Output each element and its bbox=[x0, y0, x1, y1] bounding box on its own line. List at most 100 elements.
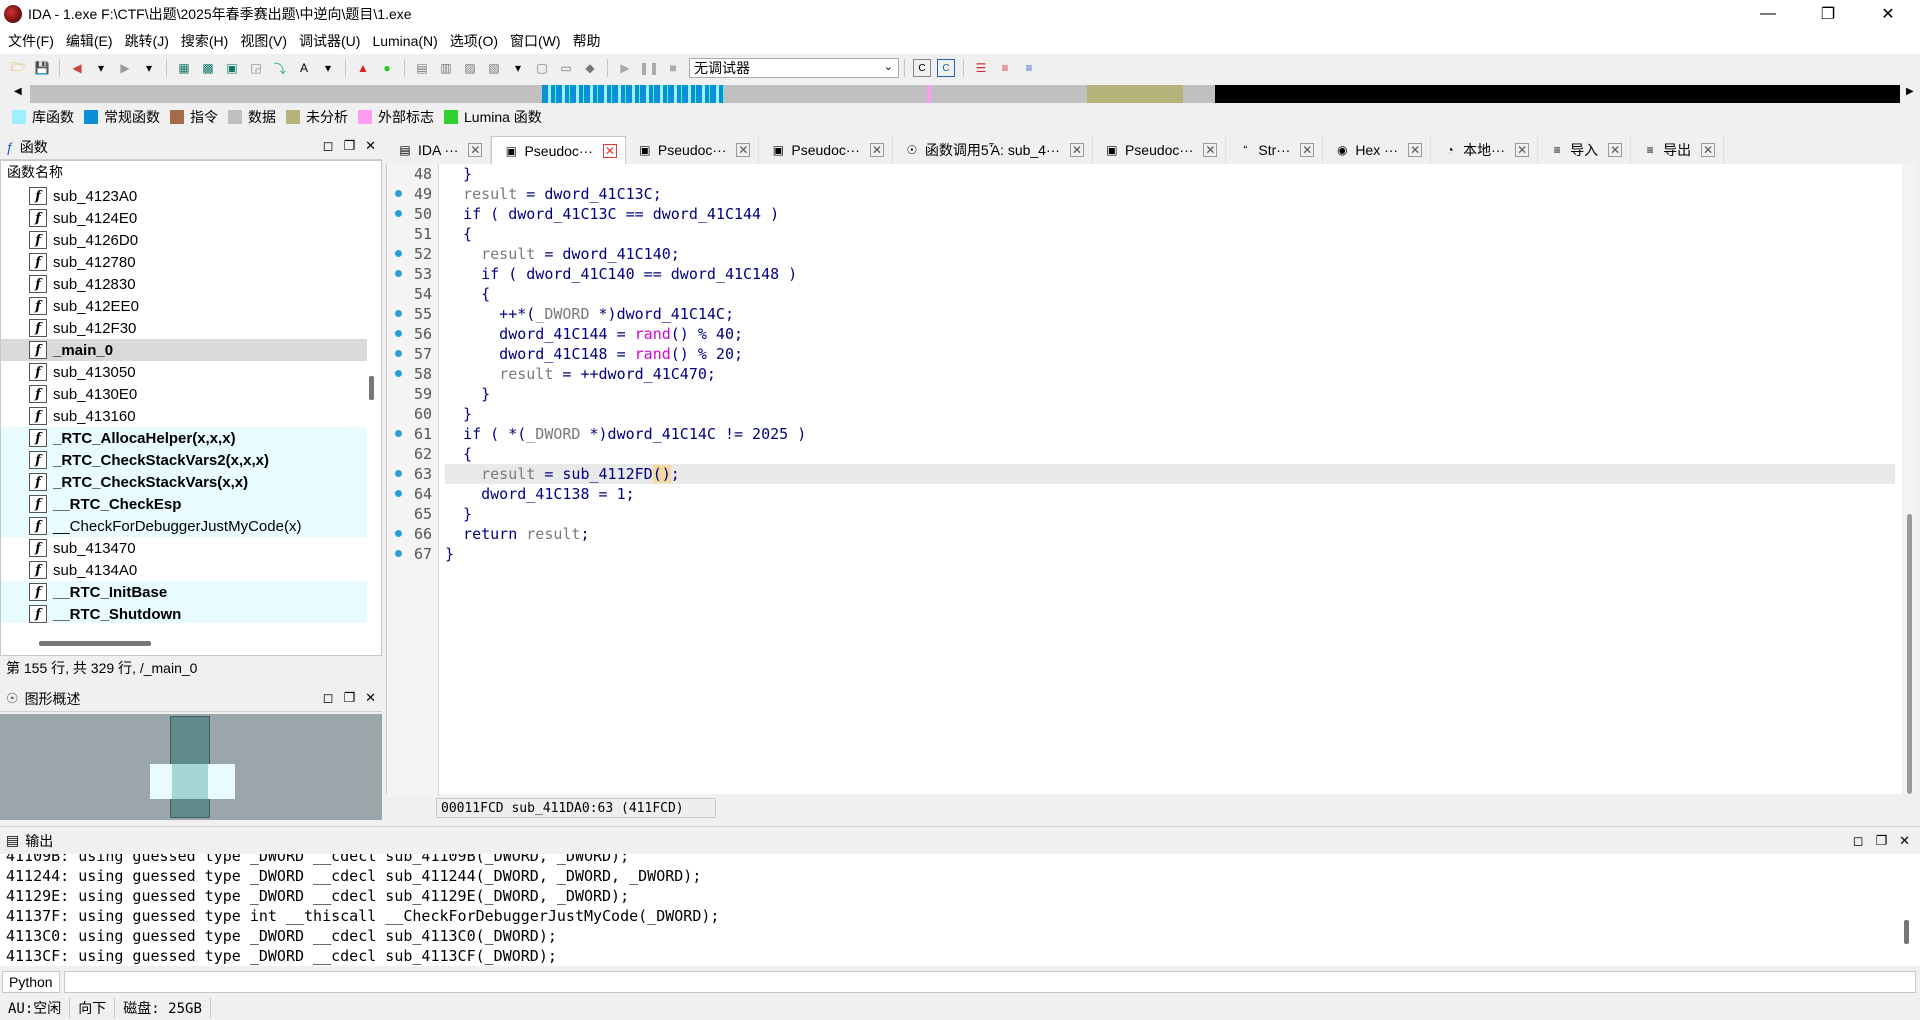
code-line[interactable]: } bbox=[445, 544, 1895, 564]
scroll-thumb[interactable] bbox=[1907, 514, 1912, 794]
close-icon[interactable]: ✕ bbox=[1203, 143, 1218, 157]
code-line[interactable]: } bbox=[445, 504, 1895, 524]
tab-local-types[interactable]: ◔ 本地··· ✕ bbox=[1431, 136, 1539, 164]
breakpoint-dot-icon[interactable] bbox=[395, 270, 402, 277]
proximity-icon[interactable]: ▩ bbox=[199, 59, 217, 77]
code-line[interactable]: if ( *(_DWORD *)dword_41C14C != 2025 ) bbox=[445, 424, 1895, 444]
close-icon[interactable]: ✕ bbox=[1860, 0, 1916, 28]
navigation-track[interactable] bbox=[30, 85, 1900, 103]
python-input[interactable] bbox=[63, 971, 1916, 993]
list-icon[interactable]: ☰ bbox=[972, 59, 990, 77]
code-line[interactable]: result = dword_41C140; bbox=[445, 244, 1895, 264]
code-line[interactable]: ++*(_DWORD *)dword_41C14C; bbox=[445, 304, 1895, 324]
function-list-item[interactable]: f sub_412EE0 bbox=[1, 295, 367, 317]
breakpoint-dot-icon[interactable] bbox=[395, 530, 402, 537]
menu-windows[interactable]: 窗口(W) bbox=[510, 31, 561, 51]
nav-right-icon[interactable]: ▶ bbox=[1906, 86, 1914, 97]
code-line[interactable]: result = sub_4112FD(); bbox=[445, 464, 1895, 484]
breakpoint-dot-icon[interactable] bbox=[395, 550, 402, 557]
debugger-select[interactable]: 无调试器 ⌄ bbox=[689, 58, 899, 78]
menu-lumina[interactable]: Lumina(N) bbox=[372, 33, 437, 49]
function-list-item[interactable]: f _main_0 bbox=[1, 339, 367, 361]
dropdown-arrow-icon[interactable]: ▾ bbox=[140, 59, 158, 77]
close-icon[interactable]: ✕ bbox=[365, 690, 376, 706]
breakpoint-dot-icon[interactable] bbox=[395, 370, 402, 377]
code-line[interactable]: if ( dword_41C140 == dword_41C148 ) bbox=[445, 264, 1895, 284]
tab-pseudocode[interactable]: ▣ Pseudoc··· ✕ bbox=[759, 136, 893, 164]
tab-call-graph[interactable]: ☉ 函数调用5Ἇ: sub_4··· ✕ bbox=[893, 136, 1093, 164]
list-red-icon[interactable]: ≡ bbox=[996, 59, 1014, 77]
tab-exports[interactable]: ≡ 导出 ✕ bbox=[1631, 136, 1725, 164]
code-line[interactable]: } bbox=[445, 164, 1895, 184]
breakpoint-icon[interactable]: ▢ bbox=[533, 59, 551, 77]
code-line[interactable]: { bbox=[445, 224, 1895, 244]
close-icon[interactable]: ✕ bbox=[1069, 143, 1084, 157]
code-line[interactable]: { bbox=[445, 284, 1895, 304]
float-icon[interactable]: ❐ bbox=[343, 690, 355, 706]
restore-icon[interactable]: ❐ bbox=[1800, 0, 1856, 28]
save-icon[interactable]: 💾 bbox=[33, 59, 51, 77]
nav-left-icon[interactable]: ◀ bbox=[14, 86, 22, 97]
tab-pseudocode[interactable]: ▣ Pseudoc··· ✕ bbox=[491, 136, 626, 164]
close-icon[interactable]: ✕ bbox=[1608, 143, 1623, 157]
tab-pseudocode[interactable]: ▣ Pseudoc··· ✕ bbox=[626, 136, 760, 164]
function-list-item[interactable]: f sub_4124E0 bbox=[1, 207, 367, 229]
close-icon[interactable]: ✕ bbox=[1300, 143, 1315, 157]
breakpoint-dot-icon[interactable] bbox=[395, 250, 402, 257]
function-list-item[interactable]: f _RTC_AllocaHelper(x,x,x) bbox=[1, 427, 367, 449]
function-list-item[interactable]: f __RTC_InitBase bbox=[1, 581, 367, 603]
function-list-item[interactable]: f sub_4134A0 bbox=[1, 559, 367, 581]
breakpoint-dot-icon[interactable] bbox=[395, 430, 402, 437]
code-line[interactable]: result = dword_41C13C; bbox=[445, 184, 1895, 204]
function-list-item[interactable]: f __RTC_CheckEsp bbox=[1, 493, 367, 515]
menu-help[interactable]: 帮助 bbox=[573, 31, 601, 51]
function-list-item[interactable]: f sub_4123A0 bbox=[1, 185, 367, 207]
function-list-item[interactable]: f sub_412780 bbox=[1, 251, 367, 273]
xref-icon[interactable]: ▧ bbox=[485, 59, 503, 77]
struct-icon[interactable]: ▥ bbox=[437, 59, 455, 77]
float-icon[interactable]: ❐ bbox=[1875, 833, 1887, 849]
tab-imports[interactable]: ≡ 导入 ✕ bbox=[1538, 136, 1632, 164]
dropdown-arrow-icon[interactable]: ▾ bbox=[319, 59, 337, 77]
close-icon[interactable]: ✕ bbox=[1408, 143, 1423, 157]
breakpoint-dot-icon[interactable] bbox=[395, 310, 402, 317]
hex-view-icon[interactable]: ▣ bbox=[223, 59, 241, 77]
menu-view[interactable]: 视图(V) bbox=[240, 31, 287, 51]
tab-ida-view[interactable]: ▤ IDA ··· ✕ bbox=[386, 136, 492, 164]
graph-icon[interactable]: ▦ bbox=[175, 59, 193, 77]
menu-file[interactable]: 文件(F) bbox=[8, 31, 54, 51]
close-icon[interactable]: ✕ bbox=[736, 143, 751, 157]
dropdown-arrow-icon[interactable]: ▾ bbox=[509, 59, 527, 77]
list-blue-icon[interactable]: ≡ bbox=[1020, 59, 1038, 77]
functions-hscrollbar[interactable] bbox=[39, 641, 151, 646]
breakpoint-dot-icon[interactable] bbox=[395, 490, 402, 497]
function-list-item[interactable]: f sub_412830 bbox=[1, 273, 367, 295]
menu-search[interactable]: 搜索(H) bbox=[181, 31, 228, 51]
functions-column-header[interactable]: 函数名称 bbox=[1, 161, 381, 183]
close-icon[interactable]: ✕ bbox=[1515, 143, 1530, 157]
c-icon[interactable]: C bbox=[913, 59, 931, 77]
jump-forward-icon[interactable]: ▶ bbox=[116, 59, 134, 77]
close-icon[interactable]: ✕ bbox=[602, 143, 617, 158]
open-icon[interactable]: 🗁 bbox=[9, 59, 27, 77]
code-line[interactable]: { bbox=[445, 444, 1895, 464]
navigation-band[interactable]: ◀ ▶ bbox=[0, 82, 1920, 106]
code-icon[interactable]: ⤵ bbox=[271, 59, 289, 77]
code-line[interactable]: dword_41C144 = rand() % 40; bbox=[445, 324, 1895, 344]
close-icon[interactable]: ✕ bbox=[365, 138, 376, 154]
jump-back-icon[interactable]: ◀ bbox=[68, 59, 86, 77]
trace-icon[interactable]: ▭ bbox=[557, 59, 575, 77]
function-list-item[interactable]: f sub_4130E0 bbox=[1, 383, 367, 405]
function-list-item[interactable]: f sub_412F30 bbox=[1, 317, 367, 339]
functions-scrollbar[interactable] bbox=[369, 376, 374, 400]
code-scrollbar[interactable] bbox=[1904, 164, 1916, 794]
python-button[interactable]: Python bbox=[2, 971, 60, 993]
maximize-icon[interactable]: ◻ bbox=[1853, 833, 1864, 849]
close-icon[interactable]: ✕ bbox=[869, 143, 884, 157]
tab-pseudocode[interactable]: ▣ Pseudoc··· ✕ bbox=[1093, 136, 1227, 164]
stop-icon[interactable]: ▲ bbox=[354, 59, 372, 77]
pause-icon[interactable]: ❚❚ bbox=[639, 59, 659, 77]
function-list-item[interactable]: f sub_413160 bbox=[1, 405, 367, 427]
tab-strings[interactable]: “ Str··· ✕ bbox=[1226, 136, 1324, 164]
graph-overview[interactable] bbox=[0, 714, 382, 820]
